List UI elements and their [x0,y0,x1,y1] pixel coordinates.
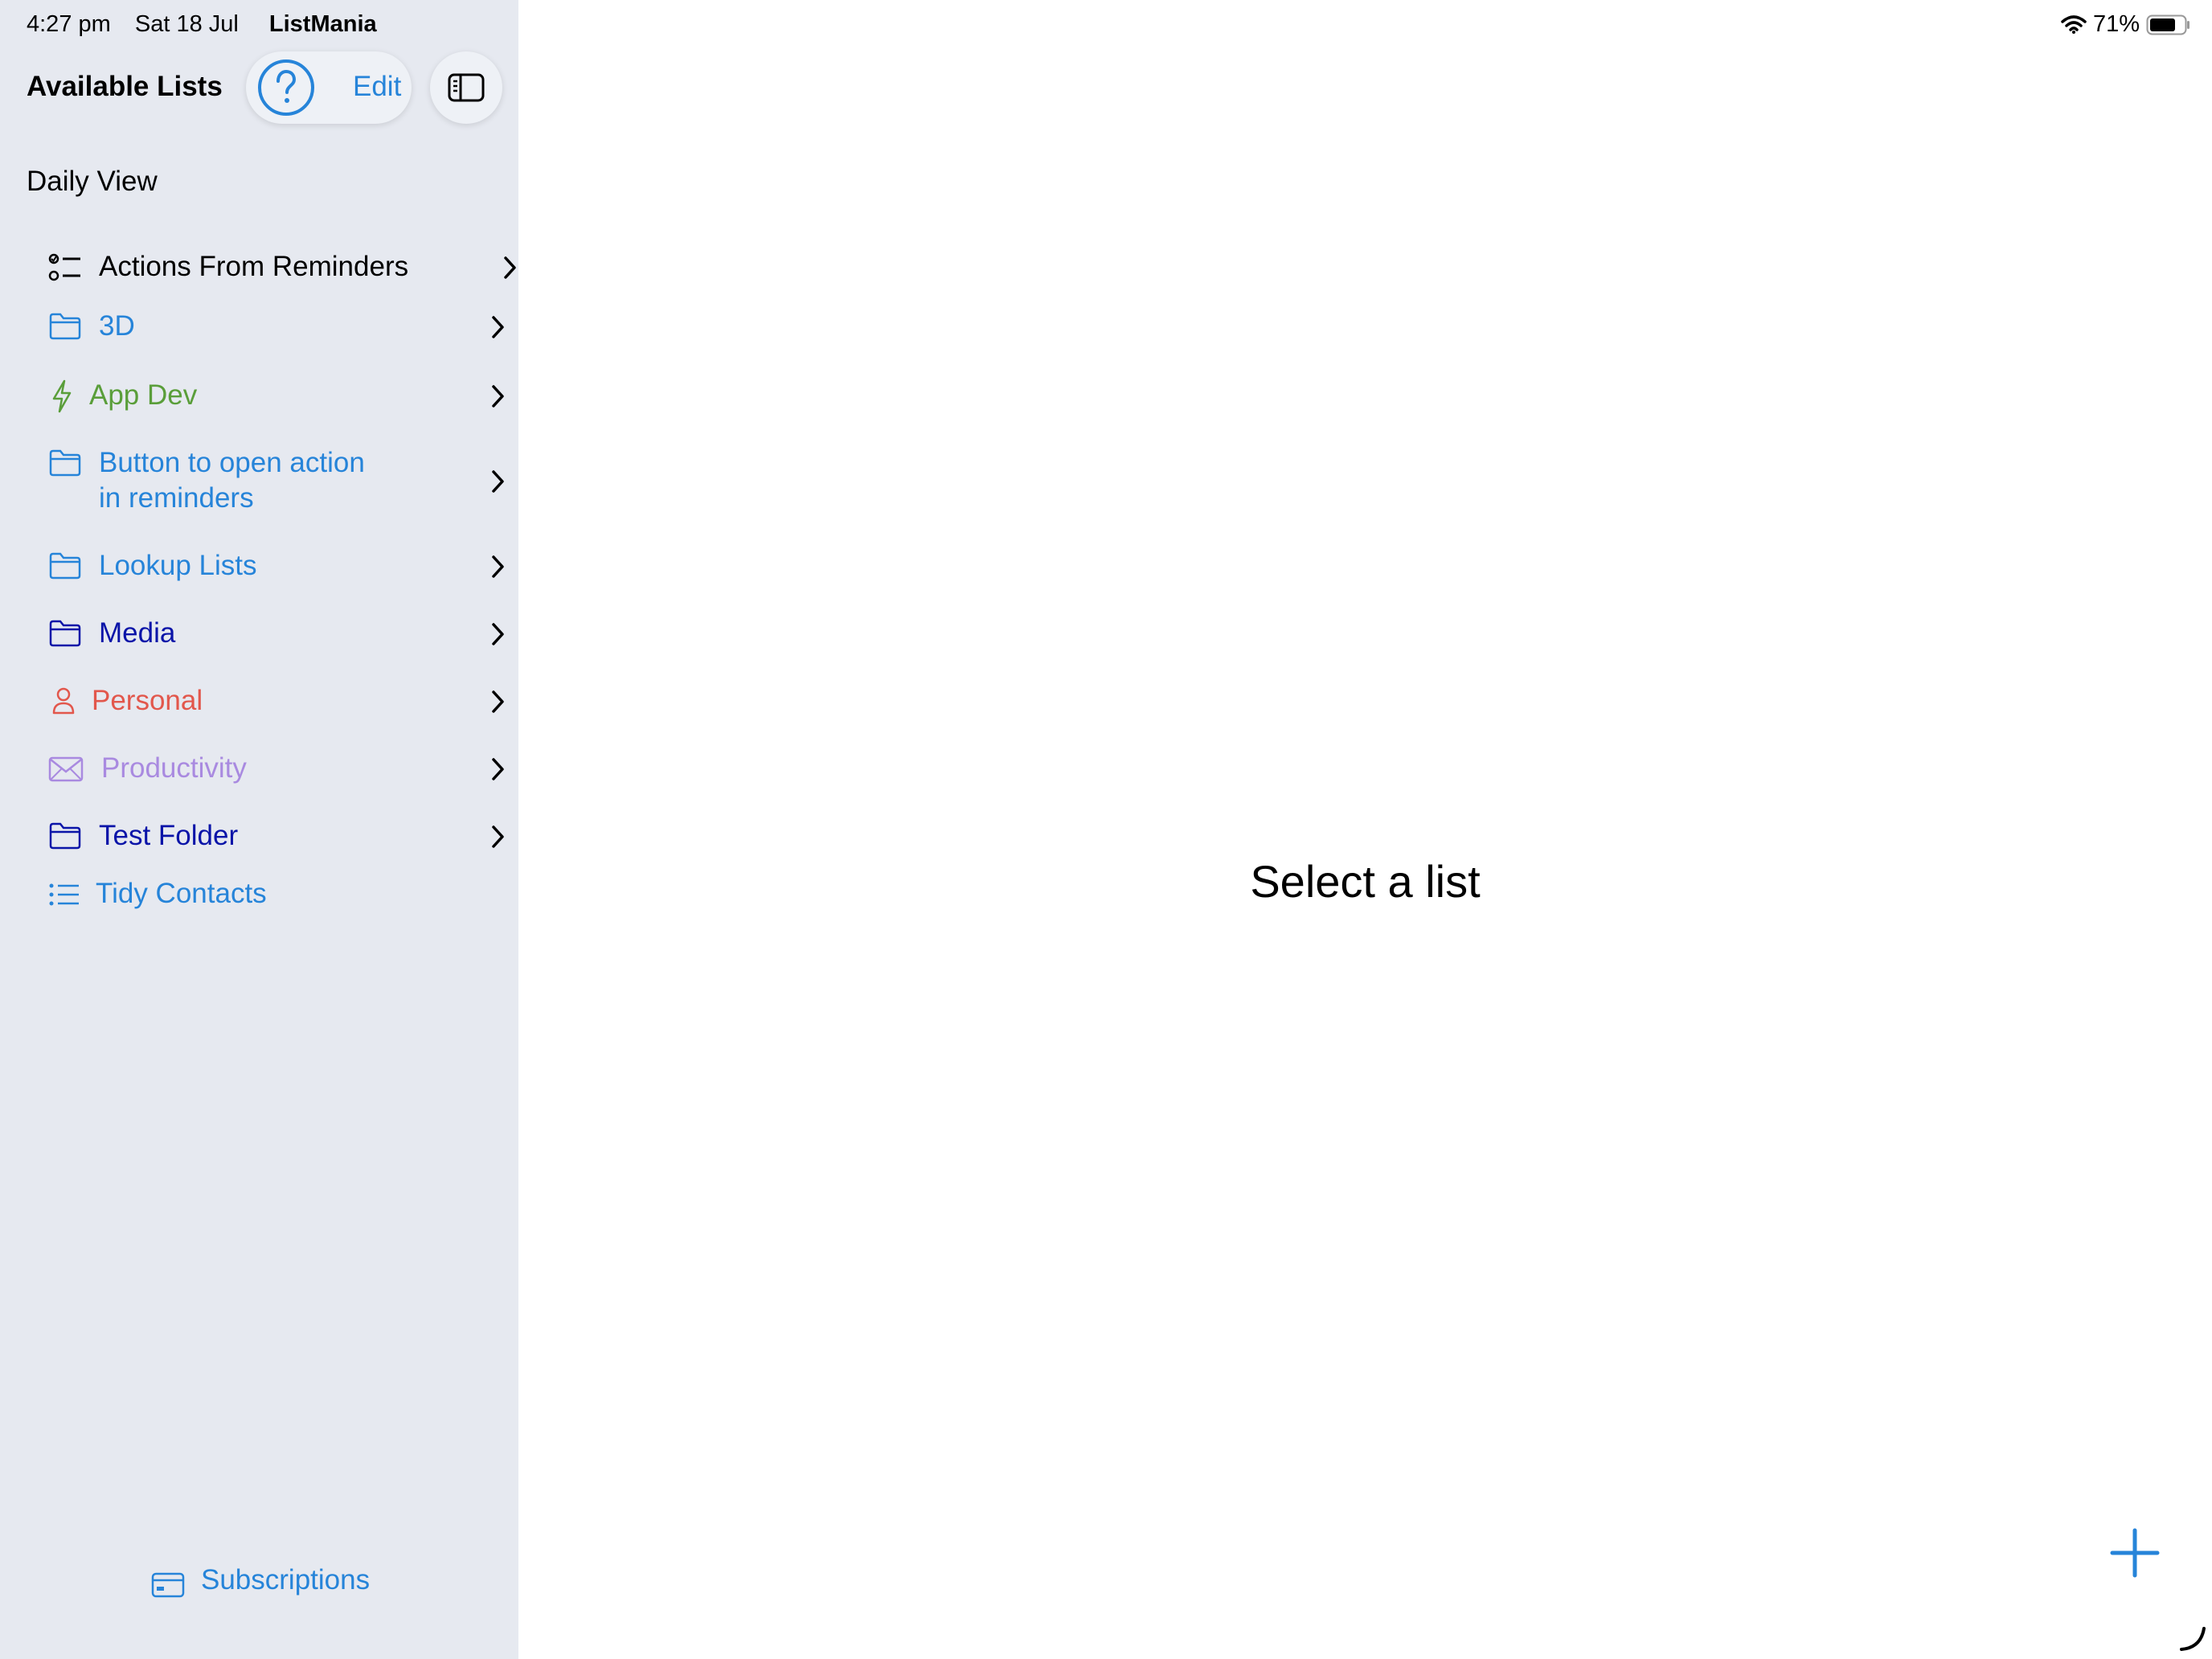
sidebar-item-actions-from-reminders[interactable]: Actions From Reminders [48,249,516,286]
list-icon [49,883,79,906]
battery-percent: 71% [2092,11,2140,37]
sidebar-item-3d[interactable]: 3D [48,309,506,346]
wifi-icon [2061,14,2087,34]
status-time: 4:27 pm [27,11,111,37]
chevron-right-icon [492,316,504,338]
chevron-right-icon [492,555,504,578]
status-bar-left: 4:27 pm Sat 18 Jul ListMania [27,11,377,38]
sidebar-item-label: Lookup Lists [99,550,257,581]
sidebar-item-test-folder[interactable]: Test Folder [48,818,506,855]
folder-icon [49,449,81,477]
chevron-right-icon [492,385,504,408]
chevron-right-icon [492,623,504,645]
battery-icon [2146,14,2189,35]
subscriptions-label: Subscriptions [201,1564,371,1596]
sidebar-item-button-to-open-action[interactable]: Button to open action in reminders [48,445,506,519]
credit-card-icon [151,1572,185,1598]
sidebar-item-tidy-contacts[interactable]: Tidy Contacts [48,876,506,913]
help-button[interactable] [257,59,315,117]
sidebar-item-label: App Dev [89,379,198,411]
chevron-right-icon [492,825,504,848]
sidebar-item-label: Tidy Contacts [96,878,267,909]
sidebar-item-productivity[interactable]: Productivity [48,751,506,788]
question-circle-icon [258,59,314,116]
sidebar-item-label: Button to open action in reminders [99,447,365,514]
chevron-right-icon [504,256,516,279]
chevron-right-icon [492,690,504,713]
sidebar-item-app-dev[interactable]: App Dev [48,378,506,415]
sidebar-title: Available Lists [27,71,223,102]
sidebar-item-label: Actions From Reminders [99,251,409,282]
chevron-right-icon [492,470,504,493]
sidebar-icon [448,73,485,102]
folder-icon [49,552,81,580]
sidebar-item-personal[interactable]: Personal [48,683,506,720]
app-name: ListMania [268,11,377,37]
folder-icon [49,313,81,340]
person-icon [52,687,75,715]
sidebar-item-label: Media [99,617,176,649]
status-bar-right: 71% [2061,11,2191,38]
toolbar-pill: Edit [246,51,412,124]
empty-state-text: Select a list [1250,856,1481,907]
add-button[interactable] [2106,1524,2164,1586]
sidebar-item-label: 3D [99,310,135,342]
chevron-right-icon [492,758,504,780]
bolt-icon [52,379,72,413]
detail-pane: 71% Select a list [518,0,2212,1659]
edit-button[interactable]: Edit [353,71,401,103]
sidebar-toggle-button[interactable] [430,51,502,124]
status-date: Sat 18 Jul [134,11,239,37]
section-header-daily-view: Daily View [27,166,158,197]
sidebar: 4:27 pm Sat 18 Jul ListMania Available L… [0,0,518,1659]
sidebar-item-label: Test Folder [99,820,239,851]
checklist-icon [48,253,80,281]
sidebar-item-lookup-lists[interactable]: Lookup Lists [48,548,506,585]
sidebar-item-label: Productivity [101,752,247,784]
envelope-icon [48,756,84,782]
plus-icon [2110,1528,2160,1578]
resize-corner-icon [2178,1624,2207,1657]
sidebar-item-media[interactable]: Media [48,616,506,653]
sidebar-item-label: Personal [92,685,203,716]
folder-icon [49,822,81,850]
folder-icon [49,620,81,647]
